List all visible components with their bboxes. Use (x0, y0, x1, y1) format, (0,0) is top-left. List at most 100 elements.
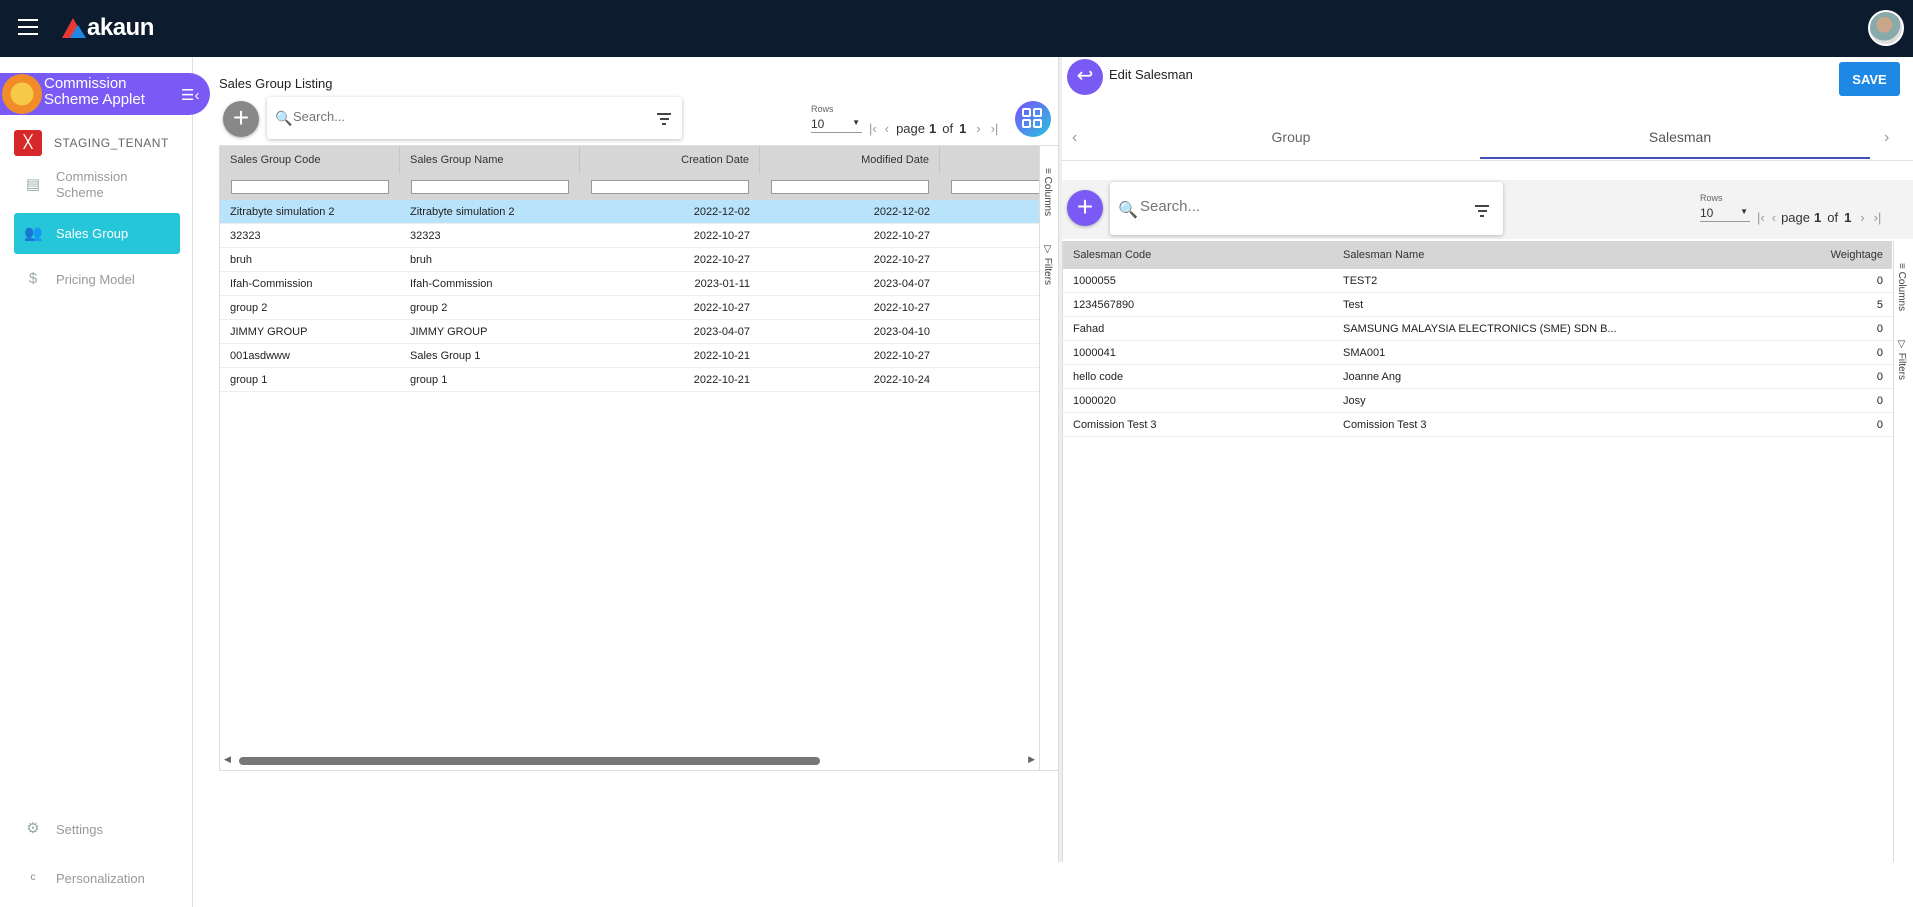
scroll-left-icon[interactable]: ◀ (224, 754, 231, 765)
table-row[interactable]: JIMMY GROUP JIMMY GROUP 2023-04-07 2023-04-… (220, 320, 1039, 344)
filters-tab[interactable]: ▽ Filters (1042, 244, 1053, 285)
columns-tab[interactable]: ≡ Columns (1896, 263, 1907, 311)
column-header-name[interactable]: Sales Group Name (400, 146, 580, 174)
grid-filter-row (220, 174, 1058, 200)
page-current: 1 (928, 121, 937, 136)
table-row[interactable]: Ifah-Commission Ifah-Commission 2023-01-11… (220, 272, 1039, 296)
column-header-creation-date[interactable]: Creation Date (580, 146, 760, 174)
table-cell: SMA001 (1343, 347, 1386, 359)
page-title: Sales Group Listing (219, 76, 333, 91)
menu-icon[interactable] (18, 19, 38, 35)
pagination: |‹ ‹ page 1 of 1 › ›| (1757, 210, 1881, 225)
table-row[interactable]: 1000020 Josy 0 (1063, 389, 1893, 413)
table-row[interactable]: Zitrabyte simulation 2 Zitrabyte simulati… (220, 200, 1039, 224)
akaun-logo[interactable]: akaun (62, 14, 154, 42)
table-cell: Ifah-Commission (230, 278, 313, 290)
user-avatar[interactable] (1868, 10, 1904, 46)
sidebar-item-pricing-model[interactable]: $ Pricing Model (14, 269, 180, 289)
salesman-search-input[interactable] (1140, 198, 1460, 215)
table-cell: bruh (230, 254, 253, 266)
tab-group[interactable]: Group (1096, 129, 1486, 145)
filter-input-code[interactable] (231, 180, 389, 194)
table-row[interactable]: group 1 group 1 2022-10-21 2022-10-24 (220, 368, 1039, 392)
prev-page-icon[interactable]: ‹ (1772, 210, 1776, 225)
table-cell: 1234567890 (1073, 299, 1135, 311)
column-header-salesman-code[interactable]: Salesman Code (1063, 241, 1333, 269)
table-row[interactable]: hello code Joanne Ang 0 (1063, 365, 1893, 389)
table-cell: 2022-12-02 (873, 206, 930, 218)
filter-input-modified-date[interactable] (771, 180, 929, 194)
sidebar-item-settings[interactable]: ⚙ Settings (14, 819, 180, 839)
filter-icon[interactable] (1475, 205, 1489, 220)
back-arrow-icon: ↩ (1076, 65, 1094, 87)
table-cell: Zitrabyte simulation 2 (230, 206, 335, 218)
sidebar-item-sales-group[interactable]: 👥 Sales Group (14, 213, 180, 254)
rows-select[interactable]: 10 ▼ (811, 117, 862, 133)
funnel-icon: ▽ (1896, 339, 1907, 353)
tenant-selector[interactable]: ᚷ STAGING_TENANT (14, 130, 169, 156)
table-cell: 001asdwww (230, 350, 290, 362)
applet-header: Commission Scheme Applet ☰‹ (0, 73, 210, 115)
next-page-icon[interactable]: › (1860, 210, 1864, 225)
table-icon: ▤ (25, 176, 41, 193)
columns-icon: ≡ (1896, 263, 1907, 272)
table-cell: 0 (1876, 323, 1883, 335)
table-row[interactable]: bruh bruh 2022-10-27 2022-10-27 (220, 248, 1039, 272)
rows-select[interactable]: 10 ▼ (1700, 206, 1750, 222)
collapse-menu-icon[interactable]: ☰‹ (181, 86, 203, 104)
back-button[interactable]: ↩ (1067, 59, 1103, 95)
scrollbar-thumb[interactable] (239, 757, 820, 765)
filter-icon[interactable] (657, 113, 671, 128)
tenant-logo-icon: ᚷ (14, 130, 42, 156)
dollar-icon: $ (28, 270, 38, 287)
first-page-icon[interactable]: |‹ (869, 121, 877, 136)
applet-title: Commission Scheme Applet (44, 75, 145, 108)
chevron-right-icon[interactable]: › (1884, 129, 1889, 147)
table-cell: 0 (1876, 371, 1883, 383)
table-row[interactable]: Fahad SAMSUNG MALAYSIA ELECTRONICS (SME) … (1063, 317, 1893, 341)
table-row[interactable]: 1234567890 Test 5 (1063, 293, 1893, 317)
filters-tab[interactable]: ▽ Filters (1896, 339, 1907, 380)
columns-tab[interactable]: ≡ Columns (1042, 168, 1053, 216)
search-input[interactable] (293, 109, 633, 124)
last-page-icon[interactable]: ›| (991, 121, 999, 136)
scroll-right-icon[interactable]: ▶ (1028, 754, 1035, 765)
table-row[interactable]: 1000041 SMA001 0 (1063, 341, 1893, 365)
table-row[interactable]: 32323 32323 2022-10-27 2022-10-27 (220, 224, 1039, 248)
table-cell: group 1 (230, 374, 268, 386)
column-header-weightage[interactable]: Weightage (1653, 241, 1893, 269)
horizontal-scrollbar[interactable]: ◀ ▶ (220, 754, 1039, 766)
sidebar-item-label: Commission Scheme (56, 169, 128, 200)
brand-name: akaun (87, 14, 154, 41)
column-header-salesman-name[interactable]: Salesman Name (1333, 241, 1653, 269)
rows-label: Rows (1700, 193, 1723, 203)
column-header-code[interactable]: Sales Group Code (220, 146, 400, 174)
prev-page-icon[interactable]: ‹ (885, 121, 889, 136)
chevron-left-icon[interactable]: ‹ (1072, 129, 1077, 147)
table-row[interactable]: 1000055 TEST2 0 (1063, 269, 1893, 293)
tab-salesman[interactable]: Salesman (1485, 129, 1875, 145)
filter-input-name[interactable] (411, 180, 569, 194)
table-row[interactable]: group 2 group 2 2022-10-27 2022-10-27 (220, 296, 1039, 320)
save-button[interactable]: SAVE (1839, 62, 1900, 96)
table-cell: 1000041 (1073, 347, 1116, 359)
add-sales-group-button[interactable]: + (223, 101, 259, 137)
table-row[interactable]: 001asdwww Sales Group 1 2022-10-21 2022-10-… (220, 344, 1039, 368)
tenant-name: STAGING_TENANT (54, 136, 169, 150)
table-row[interactable]: Comission Test 3 Comission Test 3 0 (1063, 413, 1893, 437)
column-header-modified-date[interactable]: Modified Date (760, 146, 940, 174)
search-icon: 🔍 (1118, 202, 1138, 219)
sidebar-item-commission-scheme[interactable]: ▤ Commission Scheme (14, 165, 180, 205)
table-cell: Zitrabyte simulation 2 (410, 206, 515, 218)
grid-view-icon[interactable] (1015, 101, 1051, 137)
next-page-icon[interactable]: › (976, 121, 980, 136)
filter-input-creation-date[interactable] (591, 180, 749, 194)
sidebar-item-label: Settings (56, 821, 103, 837)
filter-input-extra[interactable] (951, 180, 1051, 194)
sidebar-item-personalization[interactable]: c Personalization (14, 868, 180, 888)
last-page-icon[interactable]: ›| (1874, 210, 1882, 225)
table-cell: Test (1343, 299, 1364, 311)
applet-icon (2, 74, 42, 114)
first-page-icon[interactable]: |‹ (1757, 210, 1765, 225)
add-salesman-button[interactable]: + (1067, 190, 1103, 226)
